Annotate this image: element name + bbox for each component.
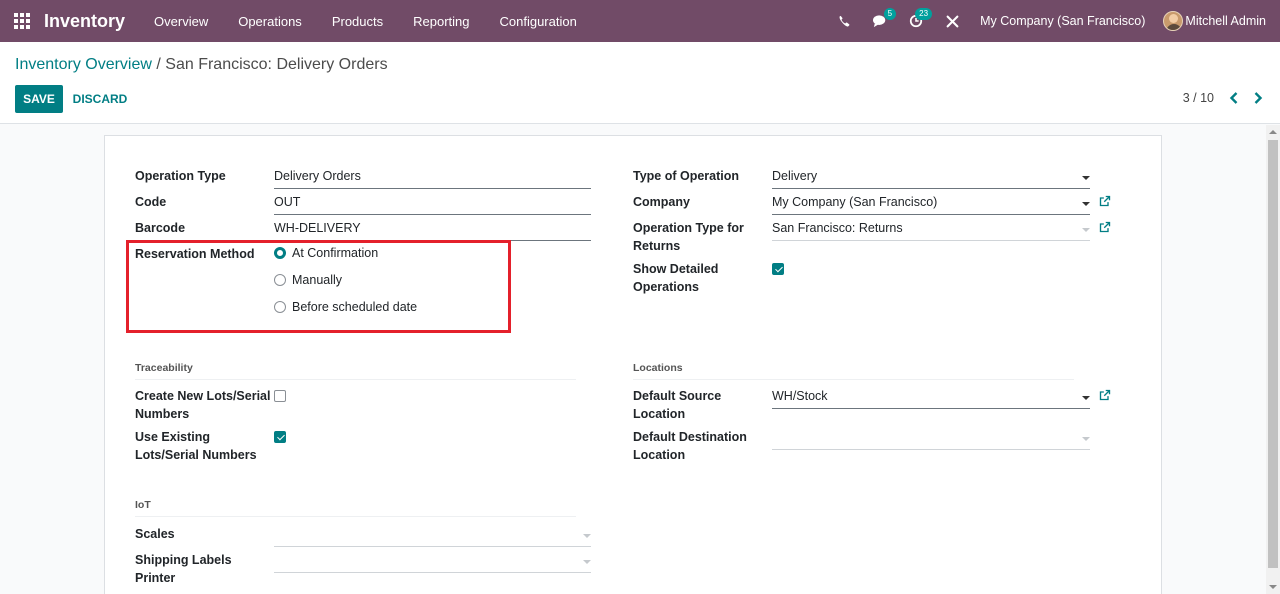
chevron-down-icon[interactable]: [1082, 202, 1090, 206]
default-destination-label: Default Destination Location: [633, 428, 747, 464]
traceability-section-title: Traceability: [135, 362, 576, 380]
external-link-icon[interactable]: [1099, 221, 1112, 234]
user-menu[interactable]: Mitchell Admin: [1163, 11, 1280, 31]
return-type-label: Operation Type for Returns: [633, 219, 744, 255]
reservation-method-label: Reservation Method: [135, 247, 255, 261]
type-of-operation-select[interactable]: Delivery: [772, 167, 1090, 189]
chevron-left-icon[interactable]: [1226, 90, 1242, 106]
scroll-down-arrow-icon[interactable]: [1269, 585, 1277, 589]
menu-operations[interactable]: Operations: [223, 0, 317, 42]
default-destination-label-line1: Default Destination: [633, 430, 747, 444]
discard-button[interactable]: DISCARD: [68, 85, 132, 113]
breadcrumb-current: San Francisco: Delivery Orders: [165, 56, 388, 73]
radio-checked-icon[interactable]: [274, 247, 286, 259]
external-link-icon[interactable]: [1099, 389, 1112, 402]
use-existing-label: Use Existing Lots/Serial Numbers: [135, 428, 257, 464]
chevron-down-icon[interactable]: [1082, 176, 1090, 180]
default-source-select[interactable]: WH/Stock: [772, 387, 1090, 409]
show-detailed-checkbox[interactable]: [772, 263, 784, 275]
scrollbar-thumb[interactable]: [1268, 140, 1278, 568]
radio-unchecked-icon[interactable]: [274, 301, 286, 313]
app-title[interactable]: Inventory: [44, 11, 125, 32]
shipping-printer-label-line1: Shipping Labels: [135, 553, 232, 567]
scales-label: Scales: [135, 527, 175, 541]
use-existing-checkbox[interactable]: [274, 431, 286, 443]
return-type-label-line2: Returns: [633, 239, 681, 253]
menu-overview[interactable]: Overview: [139, 0, 223, 42]
chevron-down-icon[interactable]: [583, 534, 591, 538]
barcode-label: Barcode: [135, 221, 186, 235]
shipping-printer-label-line2: Printer: [135, 571, 176, 585]
create-lots-label-line1: Create New Lots/Serial: [135, 389, 271, 403]
shipping-labels-printer-select[interactable]: [274, 551, 591, 573]
breadcrumb: Inventory Overview / San Francisco: Deli…: [15, 56, 388, 74]
user-name: Mitchell Admin: [1185, 14, 1266, 28]
messages-badge: 5: [883, 8, 897, 20]
form-content: Operation Type Delivery Orders Code OUT …: [0, 125, 1266, 594]
activities-badge: 23: [915, 8, 933, 20]
chevron-right-icon[interactable]: [1250, 90, 1266, 106]
company-select[interactable]: My Company (San Francisco): [772, 193, 1090, 215]
avatar: [1163, 11, 1184, 31]
code-input[interactable]: OUT: [274, 193, 591, 215]
locations-section-title: Locations: [633, 362, 1074, 380]
debug-tools-icon[interactable]: [934, 0, 970, 42]
code-label: Code: [135, 195, 167, 209]
chevron-down-icon[interactable]: [583, 560, 591, 564]
radio-unchecked-icon[interactable]: [274, 274, 286, 286]
create-lots-checkbox[interactable]: [274, 390, 286, 402]
radio-before-scheduled-date[interactable]: Before scheduled date: [274, 300, 417, 314]
default-source-label-line2: Location: [633, 407, 686, 421]
show-detailed-label-line2: Operations: [633, 280, 699, 294]
menu-reporting[interactable]: Reporting: [398, 0, 484, 42]
save-button[interactable]: SAVE: [15, 85, 63, 113]
radio-option-label: At Confirmation: [292, 246, 379, 260]
default-source-label-line1: Default Source: [633, 389, 722, 403]
vertical-scrollbar[interactable]: [1266, 125, 1280, 594]
company-label: Company: [633, 195, 690, 209]
radio-at-confirmation[interactable]: At Confirmation: [274, 246, 378, 260]
external-link-icon[interactable]: [1099, 195, 1112, 208]
create-lots-label: Create New Lots/Serial Numbers: [135, 387, 270, 423]
use-existing-label-line1: Use Existing: [135, 430, 211, 444]
menu-products[interactable]: Products: [317, 0, 398, 42]
form-sheet: Operation Type Delivery Orders Code OUT …: [104, 135, 1162, 594]
iot-section-title: IoT: [135, 499, 576, 517]
chevron-down-icon[interactable]: [1082, 228, 1090, 232]
barcode-input[interactable]: WH-DELIVERY: [274, 219, 591, 241]
phone-icon[interactable]: [826, 0, 862, 42]
radio-option-label: Before scheduled date: [292, 300, 418, 314]
radio-manually[interactable]: Manually: [274, 273, 342, 287]
company-switcher[interactable]: My Company (San Francisco): [970, 14, 1163, 28]
default-destination-select[interactable]: [772, 428, 1090, 450]
show-detailed-label-line1: Show Detailed: [633, 262, 719, 276]
top-navbar: Inventory Overview Operations Products R…: [0, 0, 1280, 42]
chevron-down-icon[interactable]: [1082, 396, 1090, 400]
use-existing-label-line2: Lots/Serial Numbers: [135, 448, 257, 462]
breadcrumb-separator: /: [151, 56, 166, 73]
return-type-label-line1: Operation Type for: [633, 221, 744, 235]
pager-value[interactable]: 3 / 10: [1183, 91, 1214, 105]
apps-menu-icon[interactable]: [0, 0, 44, 42]
default-source-label: Default Source Location: [633, 387, 721, 423]
control-panel: Inventory Overview / San Francisco: Deli…: [0, 42, 1280, 124]
scroll-up-arrow-icon[interactable]: [1269, 130, 1277, 134]
messages-icon[interactable]: 5: [862, 0, 898, 42]
operation-type-input[interactable]: Delivery Orders: [274, 167, 591, 189]
show-detailed-label: Show Detailed Operations: [633, 260, 718, 296]
return-type-select[interactable]: San Francisco: Returns: [772, 219, 1090, 241]
default-destination-label-line2: Location: [633, 448, 686, 462]
shipping-labels-printer-label: Shipping Labels Printer: [135, 551, 232, 587]
menu-configuration[interactable]: Configuration: [485, 0, 592, 42]
create-lots-label-line2: Numbers: [135, 407, 190, 421]
chevron-down-icon[interactable]: [1082, 437, 1090, 441]
activities-clock-icon[interactable]: 23: [898, 0, 934, 42]
operation-type-label: Operation Type: [135, 169, 226, 183]
radio-option-label: Manually: [292, 273, 343, 287]
breadcrumb-parent-link[interactable]: Inventory Overview: [15, 56, 152, 73]
scales-select[interactable]: [274, 525, 591, 547]
type-of-operation-label: Type of Operation: [633, 169, 740, 183]
